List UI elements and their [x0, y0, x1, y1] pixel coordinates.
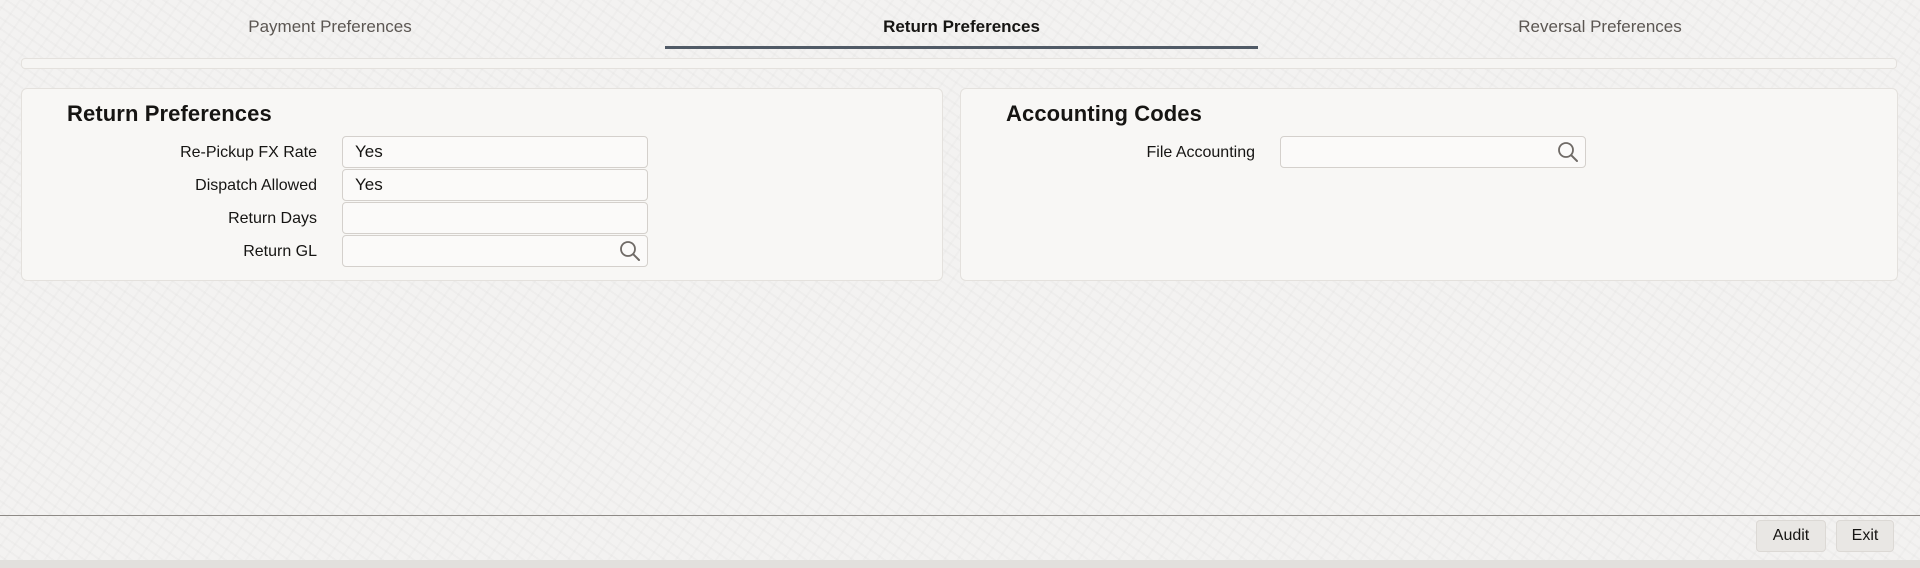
dispatch-allowed-field[interactable]: Yes [342, 169, 648, 201]
repickup-fx-rate-field[interactable]: Yes [342, 136, 648, 168]
return-days-label: Return Days [228, 210, 317, 227]
return-preferences-title: Return Preferences [67, 101, 272, 126]
file-accounting-search-icon[interactable] [1556, 140, 1580, 164]
file-accounting-label: File Accounting [1146, 144, 1255, 161]
footer-bottom-strip [0, 560, 1920, 568]
tab-bar: Payment Preferences Return Preferences R… [0, 0, 1920, 50]
footer-bar [0, 516, 1920, 561]
return-days-field[interactable] [342, 202, 648, 234]
tab-reversal-preferences[interactable]: Reversal Preferences [1360, 0, 1840, 50]
repickup-fx-rate-label: Re-Pickup FX Rate [180, 144, 317, 161]
tab-content-divider [21, 58, 1897, 69]
tab-return-preferences[interactable]: Return Preferences [665, 0, 1258, 50]
return-preferences-panel: Return Preferences Re-Pickup FX Rate Yes… [21, 88, 943, 281]
return-gl-search-icon[interactable] [618, 239, 642, 263]
active-tab-indicator [665, 46, 1258, 49]
return-gl-label: Return GL [243, 243, 317, 260]
file-accounting-field[interactable] [1280, 136, 1586, 168]
return-gl-field[interactable] [342, 235, 648, 267]
exit-button[interactable]: Exit [1836, 520, 1894, 552]
accounting-codes-title: Accounting Codes [1006, 101, 1202, 126]
audit-button[interactable]: Audit [1756, 520, 1826, 552]
accounting-codes-panel: Accounting Codes File Accounting [960, 88, 1898, 281]
tab-payment-preferences[interactable]: Payment Preferences [90, 0, 570, 50]
dispatch-allowed-label: Dispatch Allowed [195, 177, 317, 194]
